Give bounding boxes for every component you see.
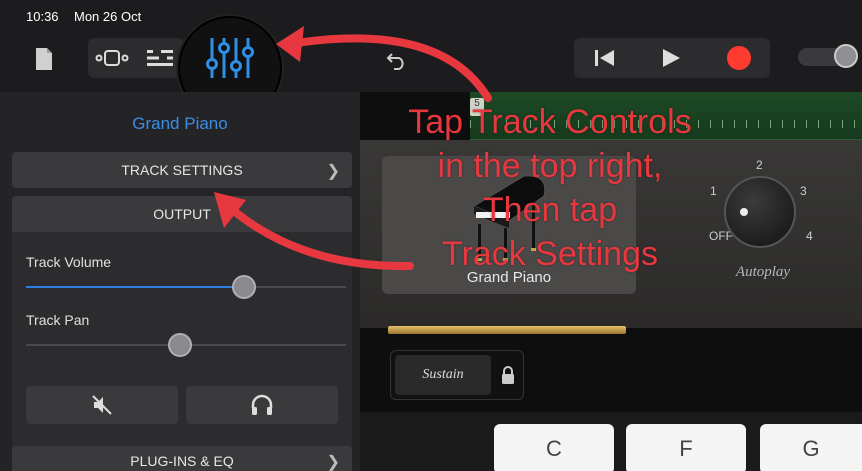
toolbar (0, 16, 862, 120)
play-icon[interactable] (646, 42, 696, 74)
plugins-eq-button[interactable]: PLUG-INS & EQ ❯ (12, 446, 352, 471)
status-date: Mon 26 Oct (74, 9, 142, 24)
mute-button[interactable] (26, 386, 178, 424)
track-volume-label: Track Volume (26, 254, 112, 270)
autoplay-level-4: 4 (806, 229, 813, 243)
plugins-eq-label: PLUG-INS & EQ (130, 453, 234, 469)
document-icon[interactable] (30, 44, 58, 74)
record-icon[interactable] (714, 42, 764, 74)
view-toggle-group (88, 38, 184, 78)
panel-title: Grand Piano (132, 114, 228, 133)
annotation-line-1: Tap Track Controls (408, 103, 692, 141)
output-section: OUTPUT Track Volume Track Pan (12, 196, 352, 456)
transport-controls (574, 38, 770, 78)
track-volume-slider[interactable] (26, 286, 346, 288)
annotation-line-3: Then tap (482, 191, 618, 229)
mute-icon (92, 395, 112, 415)
track-pan-knob[interactable] (167, 333, 192, 357)
lock-icon[interactable] (501, 365, 515, 385)
autoplay-dial-indicator (740, 208, 748, 216)
output-header[interactable]: OUTPUT (12, 196, 352, 232)
instruction-annotation: Tap Track Controls in the top right, The… (360, 100, 740, 276)
track-volume-knob[interactable] (231, 275, 256, 299)
annotation-line-2: in the top right, (437, 147, 663, 185)
headphones-icon (251, 394, 273, 415)
keyboard-rail (388, 326, 626, 334)
output-label: OUTPUT (153, 206, 211, 222)
chevron-right-icon: ❯ (326, 454, 340, 471)
autoplay-level-2: 2 (756, 158, 763, 172)
autoplay-level-3: 3 (800, 184, 807, 198)
piano-key-g[interactable]: G (760, 424, 862, 471)
piano-key-f[interactable]: F (626, 424, 746, 471)
solo-button[interactable] (186, 386, 338, 424)
annotation-line-4: Track Settings (441, 235, 659, 273)
rewind-icon[interactable] (580, 42, 630, 74)
sustain-control: Sustain (390, 350, 524, 400)
piano-key-c[interactable]: C (494, 424, 614, 471)
sustain-label: Sustain (422, 367, 464, 382)
master-volume-knob[interactable] (834, 44, 858, 68)
track-controls-panel: Grand Piano TRACK SETTINGS ❯ OUTPUT Trac… (0, 92, 360, 471)
track-settings-label: TRACK SETTINGS (121, 162, 243, 178)
track-controls-icon[interactable] (200, 34, 260, 82)
chevron-right-icon: ❯ (326, 163, 340, 180)
status-time: 10:36 (26, 9, 59, 24)
sustain-button[interactable]: Sustain (395, 355, 491, 395)
track-volume-fill (26, 286, 244, 288)
tracks-view-icon[interactable] (140, 42, 180, 74)
undo-icon[interactable] (382, 46, 412, 74)
browser-view-icon[interactable] (92, 42, 132, 74)
track-settings-button[interactable]: TRACK SETTINGS ❯ (12, 152, 352, 188)
track-pan-label: Track Pan (26, 312, 90, 328)
status-bar: 10:36 Mon 26 Oct (0, 0, 862, 30)
